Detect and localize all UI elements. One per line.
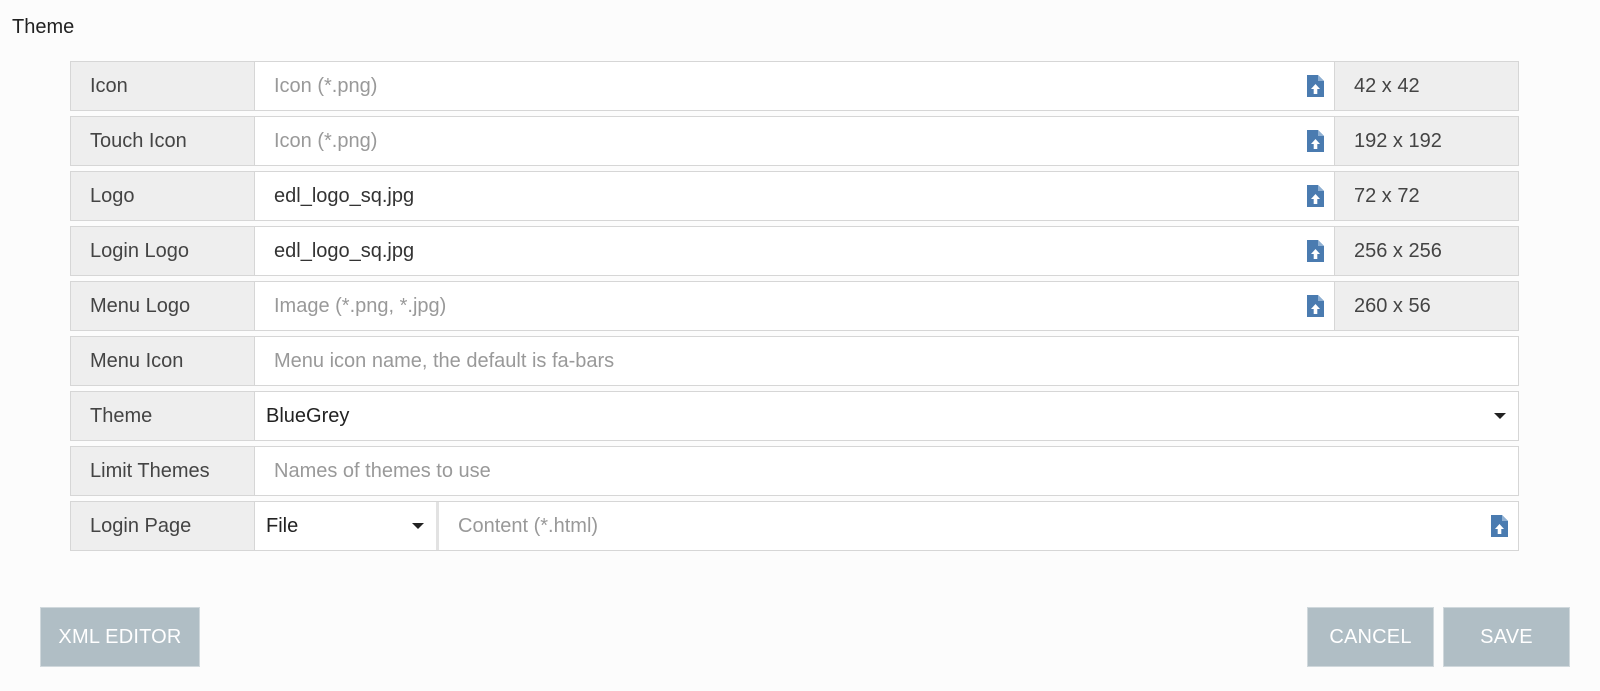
theme-select-value: BlueGrey [266,404,350,427]
menu-logo-file-placeholder: Image (*.png, *.jpg) [274,294,447,317]
login-logo-label: Login Logo [71,227,255,275]
limit-themes-row: Limit Themes Names of themes to use [70,446,1519,496]
file-upload-icon[interactable] [1306,295,1324,317]
logo-size: 72 x 72 [1334,172,1518,220]
touch-icon-file-input[interactable]: Icon (*.png) [255,117,1334,165]
login-page-type-select[interactable]: File [255,502,439,550]
file-upload-icon[interactable] [1490,515,1508,537]
login-logo-size: 256 x 256 [1334,227,1518,275]
login-logo-file-input[interactable]: edl_logo_sq.jpg [255,227,1334,275]
icon-label: Icon [71,62,255,110]
touch-icon-row: Touch Icon Icon (*.png) 192 x 192 [70,116,1519,166]
theme-settings-page: Theme Icon Icon (*.png) 42 x 42 Touch Ic… [0,0,1600,691]
theme-label: Theme [71,392,255,440]
login-logo-row: Login Logo edl_logo_sq.jpg 256 x 256 [70,226,1519,276]
login-page-content-input[interactable]: Content (*.html) [439,502,1518,550]
icon-row: Icon Icon (*.png) 42 x 42 [70,61,1519,111]
login-page-label: Login Page [71,502,255,550]
menu-logo-file-input[interactable]: Image (*.png, *.jpg) [255,282,1334,330]
touch-icon-size: 192 x 192 [1334,117,1518,165]
section-title: Theme [12,16,75,38]
login-page-type-value: File [266,514,299,537]
chevron-down-icon[interactable] [1494,413,1506,419]
theme-form: Icon Icon (*.png) 42 x 42 Touch Icon Ico… [70,61,1519,556]
logo-file-value: edl_logo_sq.jpg [274,184,415,207]
limit-themes-label: Limit Themes [71,447,255,495]
icon-size: 42 x 42 [1334,62,1518,110]
menu-icon-placeholder: Menu icon name, the default is fa-bars [274,349,615,372]
file-upload-icon[interactable] [1306,185,1324,207]
file-upload-icon[interactable] [1306,75,1324,97]
theme-select[interactable]: BlueGrey [255,392,1518,440]
menu-icon-row: Menu Icon Menu icon name, the default is… [70,336,1519,386]
menu-logo-row: Menu Logo Image (*.png, *.jpg) 260 x 56 [70,281,1519,331]
login-page-row: Login Page File Content (*.html) [70,501,1519,551]
save-button[interactable]: SAVE [1443,607,1570,667]
logo-file-input[interactable]: edl_logo_sq.jpg [255,172,1334,220]
icon-file-placeholder: Icon (*.png) [274,74,378,97]
file-upload-icon[interactable] [1306,130,1324,152]
login-page-content-placeholder: Content (*.html) [458,514,599,537]
file-upload-icon[interactable] [1306,240,1324,262]
menu-icon-input[interactable]: Menu icon name, the default is fa-bars [255,337,1518,385]
menu-logo-size: 260 x 56 [1334,282,1518,330]
limit-themes-placeholder: Names of themes to use [274,459,491,482]
limit-themes-input[interactable]: Names of themes to use [255,447,1518,495]
logo-row: Logo edl_logo_sq.jpg 72 x 72 [70,171,1519,221]
touch-icon-label: Touch Icon [71,117,255,165]
logo-label: Logo [71,172,255,220]
cancel-button[interactable]: CANCEL [1307,607,1434,667]
menu-logo-label: Menu Logo [71,282,255,330]
icon-file-input[interactable]: Icon (*.png) [255,62,1334,110]
chevron-down-icon[interactable] [412,523,424,529]
touch-icon-file-placeholder: Icon (*.png) [274,129,378,152]
xml-editor-button[interactable]: XML EDITOR [40,607,200,667]
login-logo-file-value: edl_logo_sq.jpg [274,239,415,262]
menu-icon-label: Menu Icon [71,337,255,385]
theme-row: Theme BlueGrey [70,391,1519,441]
